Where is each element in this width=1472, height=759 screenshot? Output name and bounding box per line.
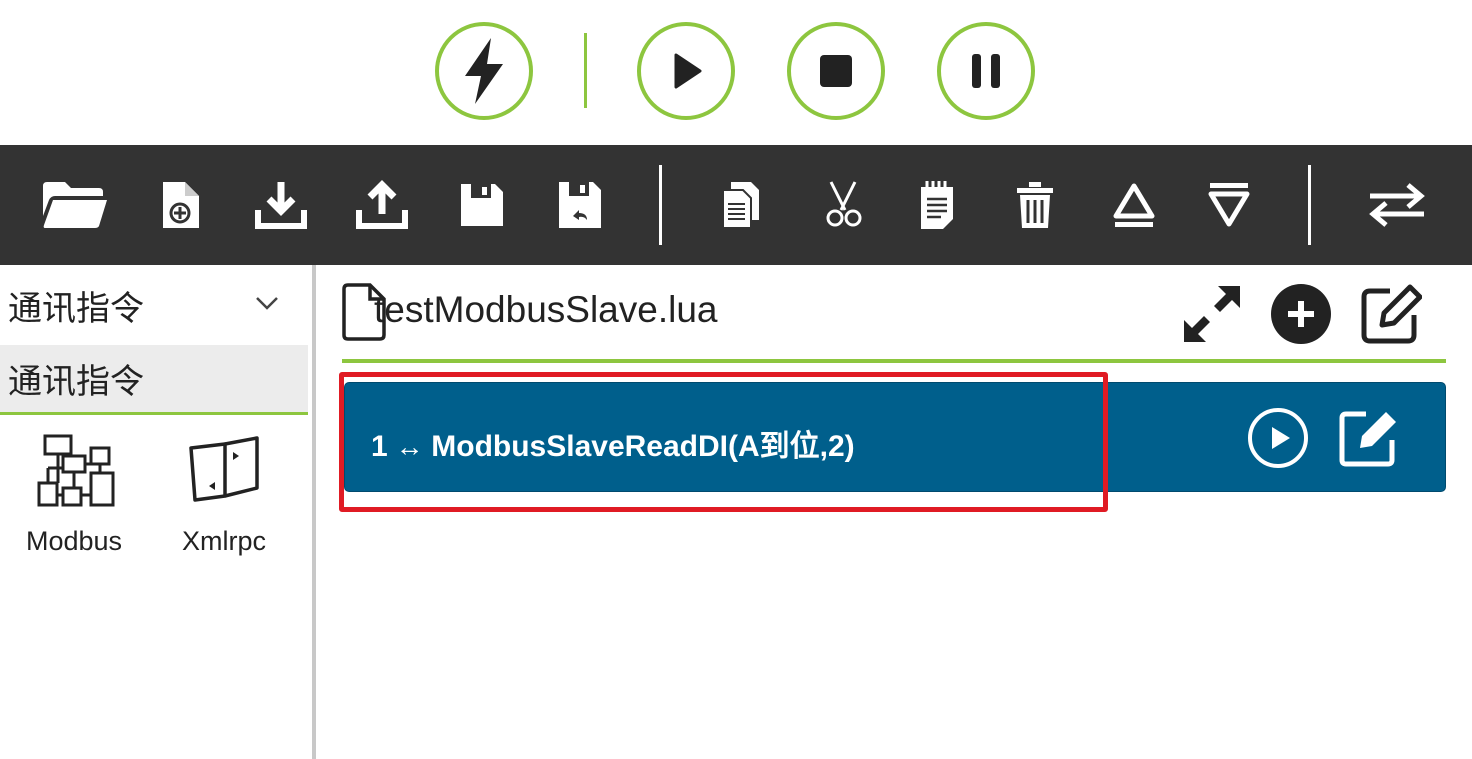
new-file-button[interactable] xyxy=(146,170,216,240)
run-command-button[interactable] xyxy=(1245,405,1311,471)
flash-button[interactable] xyxy=(435,22,533,120)
expand-icon xyxy=(1184,286,1240,342)
stop-icon xyxy=(820,55,852,87)
xmlrpc-icon xyxy=(189,436,259,502)
save-as-button[interactable] xyxy=(545,170,615,240)
stop-button[interactable] xyxy=(787,22,885,120)
swap-icon xyxy=(1369,183,1425,227)
pause-button[interactable] xyxy=(937,22,1035,120)
swap-button[interactable] xyxy=(1362,170,1432,240)
command-block[interactable]: 1 ↔ ModbusSlaveReadDI(A到位,2) xyxy=(344,382,1446,492)
run-button[interactable] xyxy=(637,22,735,120)
delete-button[interactable] xyxy=(1000,170,1070,240)
file-name: testModbusSlave.lua xyxy=(374,289,718,330)
download-button[interactable] xyxy=(246,170,316,240)
bidirectional-arrow-icon: ↔ xyxy=(387,431,432,462)
category-dropdown-label: 通讯指令 xyxy=(8,289,144,328)
edit-command-button[interactable] xyxy=(1335,405,1401,471)
open-folder-icon xyxy=(43,182,107,228)
new-file-icon xyxy=(163,182,199,228)
edit-square-icon xyxy=(1339,411,1396,467)
copy-icon xyxy=(722,182,759,229)
download-icon xyxy=(255,182,307,229)
paste-icon xyxy=(921,181,953,229)
tool-modbus[interactable]: Modbus xyxy=(4,430,144,560)
add-command-button[interactable] xyxy=(1268,281,1334,347)
toolbar-separator xyxy=(1308,165,1311,245)
move-up-button[interactable] xyxy=(1099,170,1169,240)
open-button[interactable] xyxy=(40,170,110,240)
expand-button[interactable] xyxy=(1179,281,1245,347)
script-editor: testModbusSlave.lua 1 ↔ ModbusSlaveReadD… xyxy=(316,265,1472,759)
command-code: ModbusSlaveReadDI(A到位,2) xyxy=(431,430,855,463)
pause-icon xyxy=(972,54,1000,88)
category-item-communication[interactable]: 通讯指令 xyxy=(0,345,308,415)
toolbar-separator xyxy=(659,165,662,245)
tool-label: Xmlrpc xyxy=(181,526,266,556)
move-down-icon xyxy=(1208,183,1250,227)
file-toolbar xyxy=(0,145,1472,265)
edit-file-button[interactable] xyxy=(1358,281,1424,347)
move-up-icon xyxy=(1113,183,1155,227)
move-down-button[interactable] xyxy=(1194,170,1264,240)
tool-xmlrpc[interactable]: Xmlrpc xyxy=(154,430,294,560)
save-button[interactable] xyxy=(447,170,517,240)
upload-icon xyxy=(356,180,408,229)
run-separator xyxy=(584,33,587,108)
instruction-panel: 通讯指令 通讯指令 Modbus Xmlrpc xyxy=(0,265,312,759)
tool-label: Modbus xyxy=(25,526,123,556)
cut-icon xyxy=(826,181,862,227)
command-line-number: 1 xyxy=(371,430,388,463)
add-circle-icon xyxy=(1271,284,1331,344)
edit-icon xyxy=(1361,284,1422,344)
cut-button[interactable] xyxy=(808,170,878,240)
category-item-label: 通讯指令 xyxy=(8,363,144,401)
paste-button[interactable] xyxy=(902,170,972,240)
lightning-icon xyxy=(465,38,503,104)
file-header-underline xyxy=(342,359,1446,363)
upload-button[interactable] xyxy=(347,170,417,240)
copy-button[interactable] xyxy=(706,170,776,240)
play-circle-icon xyxy=(1248,408,1308,468)
delete-icon xyxy=(1017,182,1053,228)
play-icon xyxy=(674,53,702,89)
category-dropdown[interactable]: 通讯指令 xyxy=(0,265,312,345)
modbus-network-icon xyxy=(37,434,115,507)
save-icon xyxy=(461,184,503,226)
run-controls-bar xyxy=(0,0,1472,145)
command-text: 1 ↔ ModbusSlaveReadDI(A到位,2) xyxy=(371,421,855,465)
save-as-icon xyxy=(559,182,601,228)
chevron-down-icon xyxy=(256,297,278,310)
